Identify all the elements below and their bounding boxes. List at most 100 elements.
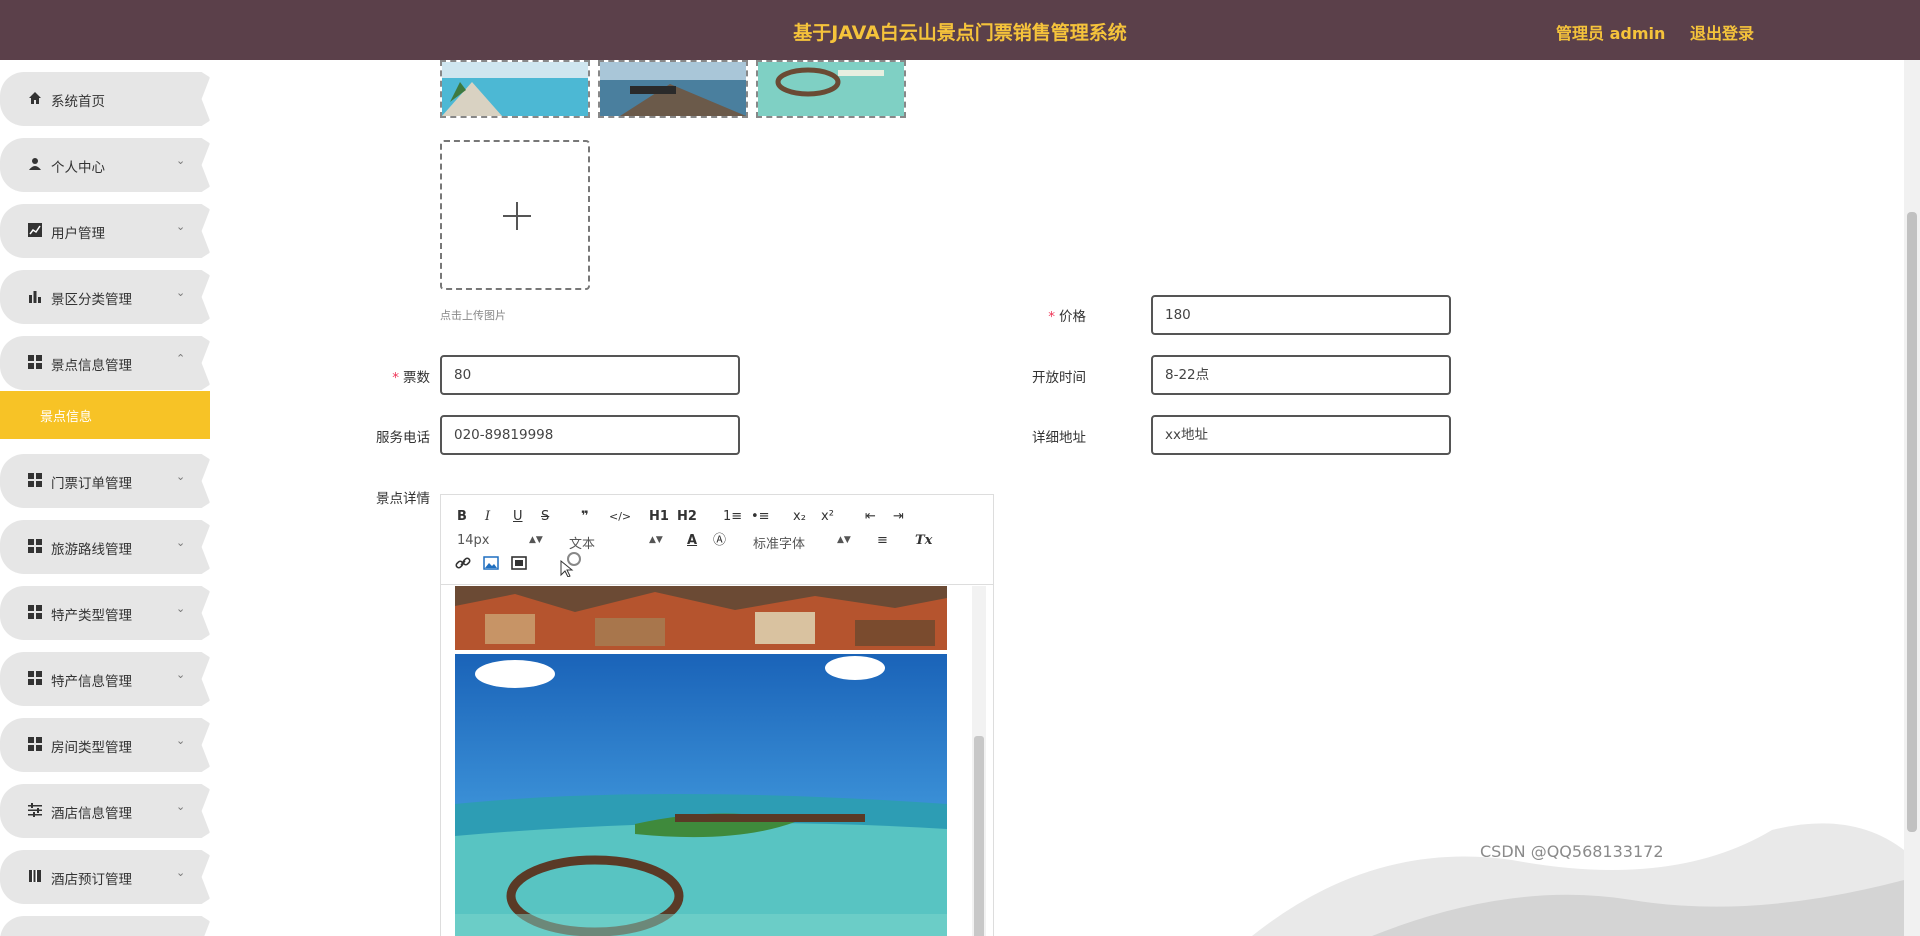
chart-line-icon (28, 223, 42, 237)
sidebar-item-label: 系统首页 (51, 94, 105, 110)
sidebar-item-label: 用户管理 (51, 226, 105, 242)
chevron-down-icon: ⌄ (176, 602, 186, 615)
sidebar-item-hotel-info[interactable]: 酒店信息管理 ⌄ (0, 784, 210, 838)
sidebar-item-label: 个人中心 (51, 160, 105, 176)
outdent-button[interactable]: ⇤ (865, 509, 876, 525)
grid-icon (28, 737, 42, 751)
price-label: * 价格 (1048, 309, 1086, 325)
logout-button[interactable]: 退出登录 (1690, 20, 1754, 44)
watermark: CSDN @QQ568133172 (1480, 842, 1664, 861)
chevron-down-icon: ⌄ (176, 470, 186, 483)
chevron-down-icon: ⌄ (176, 668, 186, 681)
sidebar-item-scenic-info[interactable]: 景点信息管理 ⌃ (0, 336, 210, 390)
italic-button[interactable]: I (485, 509, 490, 525)
open-time-label: 开放时间 (1032, 370, 1086, 386)
grid-icon (28, 671, 42, 685)
bar-chart-icon (29, 291, 41, 303)
sidebar-item-ticket-orders[interactable]: 门票订单管理 ⌄ (0, 454, 210, 508)
link-icon[interactable] (455, 555, 471, 571)
clear-format-button[interactable]: Tx (915, 533, 932, 549)
code-block-button[interactable]: </> (609, 509, 631, 525)
uploaded-image-thumbnail[interactable] (756, 60, 906, 118)
align-button[interactable]: ≡ (877, 533, 888, 549)
blockquote-button[interactable]: ❞ (581, 509, 589, 525)
bold-button[interactable]: B (457, 509, 467, 525)
tickets-input[interactable]: 80 (440, 355, 740, 395)
grid-icon (28, 539, 42, 553)
sidebar-item-room-types[interactable]: 房间类型管理 ⌄ (0, 718, 210, 772)
chevron-down-icon: ⌄ (176, 800, 186, 813)
page-scrollbar[interactable] (1904, 60, 1920, 936)
open-time-input[interactable]: 8-22点 (1151, 355, 1451, 395)
detail-label: 景点详情 (376, 491, 430, 507)
price-input[interactable]: 180 (1151, 295, 1451, 335)
sidebar-item-label: 特产类型管理 (51, 608, 132, 624)
chevron-down-icon: ⌄ (176, 866, 186, 879)
uploaded-image-thumbnail[interactable] (440, 60, 590, 118)
background-wave-decoration (1252, 823, 1904, 936)
editor-scrollbar-thumb[interactable] (974, 736, 984, 936)
superscript-button[interactable]: x² (821, 509, 834, 525)
address-input[interactable]: xx地址 (1151, 415, 1451, 455)
underline-button[interactable]: U (513, 509, 523, 525)
editor-content[interactable] (441, 586, 993, 936)
editor-toolbar: B I U S ❞ </> H1 H2 1≡ •≡ x₂ x² ⇤ ⇥ 14px… (441, 495, 993, 585)
background-color-button[interactable]: Ⓐ (713, 533, 726, 549)
sidebar-item-label: 房间类型管理 (51, 740, 132, 756)
page-scrollbar-thumb[interactable] (1907, 212, 1917, 832)
select-arrows-icon: ▲▼ (837, 535, 851, 545)
chevron-down-icon: ⌄ (176, 734, 186, 747)
indent-button[interactable]: ⇥ (893, 509, 904, 525)
sidebar-item-specialty-info[interactable]: 特产信息管理 ⌄ (0, 652, 210, 706)
chevron-down-icon: ⌄ (176, 286, 186, 299)
user-icon (29, 158, 41, 170)
sidebar: 系统首页 个人中心 ⌄ 用户管理 ⌄ 景区分类管理 ⌄ 景点信息管理 ⌃ 景点信… (0, 60, 212, 936)
sidebar-item-hotel-booking[interactable]: 酒店预订管理 ⌄ (0, 850, 210, 904)
address-label: 详细地址 (1032, 430, 1086, 446)
subscript-button[interactable]: x₂ (793, 509, 806, 525)
sidebar-item-label: 景区分类管理 (51, 292, 132, 308)
editor-scrollbar[interactable] (972, 586, 986, 936)
content-image-island (455, 654, 947, 936)
font-family-select[interactable]: 标准字体 ▲▼ (753, 533, 851, 552)
image-upload-button[interactable] (440, 140, 590, 290)
sidebar-item-label: 酒店信息管理 (51, 806, 132, 822)
ordered-list-button[interactable]: 1≡ (723, 509, 742, 525)
strikethrough-button[interactable]: S (541, 509, 549, 525)
grid-icon (28, 473, 42, 487)
font-size-select[interactable]: 14px ▲▼ (457, 533, 543, 548)
sidebar-item-more[interactable] (0, 916, 210, 936)
plus-icon-vertical (516, 202, 518, 230)
home-icon (29, 92, 41, 104)
sidebar-subitem-scenic-info[interactable]: 景点信息 (0, 391, 210, 439)
chevron-down-icon: ⌄ (176, 154, 186, 167)
sidebar-item-users[interactable]: 用户管理 ⌄ (0, 204, 210, 258)
cursor-loading-icon (560, 552, 581, 577)
sidebar-item-specialty-types[interactable]: 特产类型管理 ⌄ (0, 586, 210, 640)
upload-hint: 点击上传图片 (440, 309, 506, 322)
sidebar-subitem-label: 景点信息 (40, 410, 93, 425)
top-bar: 基于JAVA白云山景点门票销售管理系统 管理员 admin 退出登录 (0, 0, 1920, 60)
text-style-select[interactable]: 文本 ▲▼ (569, 533, 663, 552)
bullet-list-button[interactable]: •≡ (751, 509, 770, 525)
select-arrows-icon: ▲▼ (529, 535, 543, 545)
main-content: 点击上传图片 * 价格 180 * 票数 80 开放时间 8-22点 服务电话 02… (212, 60, 1904, 936)
sidebar-item-area-category[interactable]: 景区分类管理 ⌄ (0, 270, 210, 324)
uploaded-image-thumbnail[interactable] (598, 60, 748, 118)
sidebar-item-home[interactable]: 系统首页 (0, 72, 210, 126)
phone-input[interactable]: 020-89819998 (440, 415, 740, 455)
tickets-label: * 票数 (392, 370, 430, 386)
font-color-button[interactable]: A (687, 533, 697, 549)
image-icon[interactable] (483, 555, 499, 571)
video-icon[interactable] (511, 555, 527, 571)
heading1-button[interactable]: H1 (649, 509, 669, 525)
rich-text-editor[interactable]: B I U S ❞ </> H1 H2 1≡ •≡ x₂ x² ⇤ ⇥ 14px… (440, 494, 994, 936)
sidebar-item-travel-routes[interactable]: 旅游路线管理 ⌄ (0, 520, 210, 574)
book-icon (29, 870, 41, 882)
heading2-button[interactable]: H2 (677, 509, 697, 525)
grid-icon (28, 355, 42, 369)
sliders-icon (28, 803, 42, 817)
admin-user-label[interactable]: 管理员 admin (1556, 20, 1665, 44)
sidebar-item-profile[interactable]: 个人中心 ⌄ (0, 138, 210, 192)
select-arrows-icon: ▲▼ (649, 535, 663, 545)
